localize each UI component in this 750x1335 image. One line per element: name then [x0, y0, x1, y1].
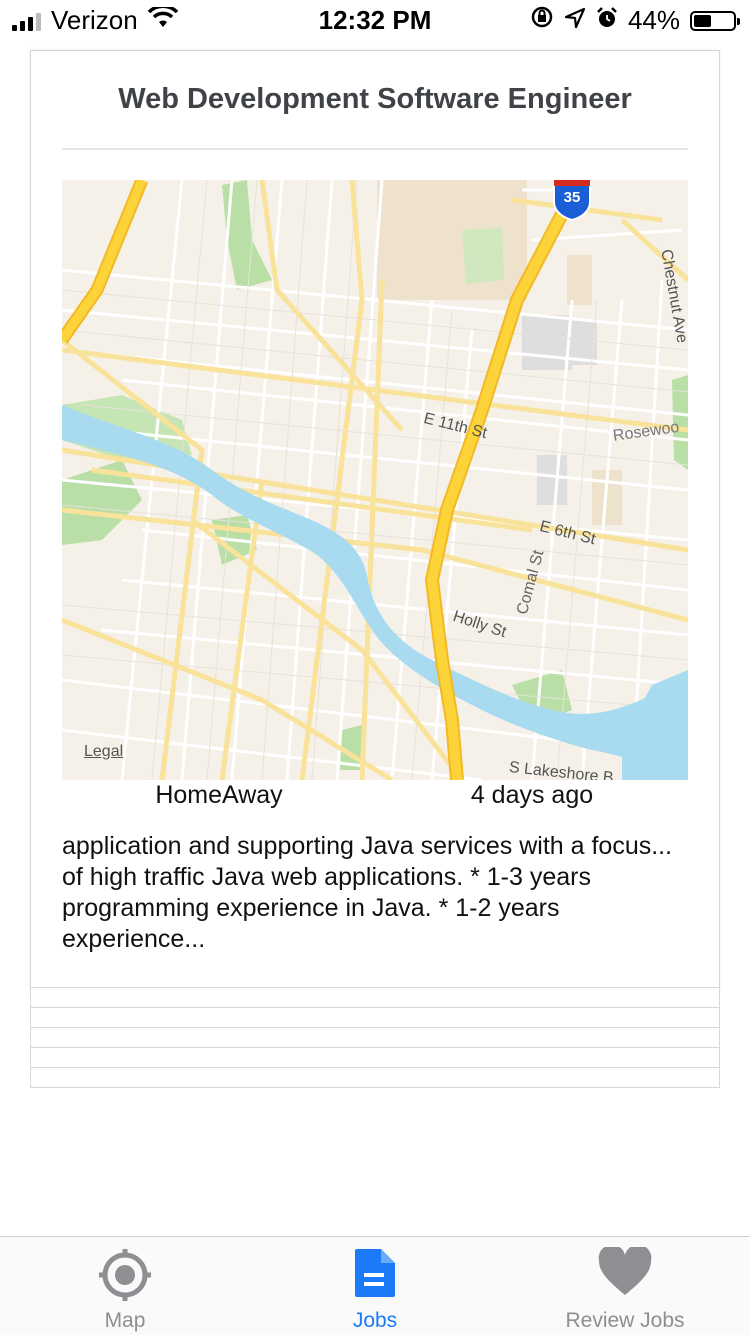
tab-jobs[interactable]: Jobs: [250, 1237, 500, 1335]
tab-map[interactable]: Map: [0, 1237, 250, 1335]
heart-icon: [500, 1247, 750, 1301]
company-name: HomeAway: [155, 781, 283, 809]
stacked-card-edge: [30, 1068, 720, 1088]
wifi-icon: [147, 4, 178, 36]
status-left: Verizon: [12, 4, 178, 36]
status-right: 44%: [530, 5, 740, 36]
map-shield-label: 35: [563, 189, 581, 206]
location-icon: [564, 5, 586, 36]
title-divider: [62, 148, 688, 150]
carrier-name: Verizon: [51, 5, 138, 35]
tab-map-label: Map: [104, 1309, 146, 1332]
tab-review-jobs[interactable]: Review Jobs: [500, 1237, 750, 1335]
battery-icon: [690, 10, 740, 31]
stacked-card-edge: [30, 1048, 720, 1068]
alarm-icon: [596, 5, 618, 36]
battery-percent: 44%: [627, 5, 680, 35]
status-bar: Verizon 12:32 PM 44%: [0, 0, 750, 40]
job-description: application and supporting Java services…: [62, 832, 673, 953]
posted-date: 4 days ago: [470, 781, 594, 809]
stacked-card-edge: [30, 1028, 720, 1048]
job-title: Web Development Software Engineer: [118, 83, 632, 115]
signal-icon: [12, 11, 41, 31]
map-legal-link[interactable]: Legal: [84, 743, 123, 761]
tab-review-jobs-label: Review Jobs: [565, 1309, 685, 1332]
job-location-map[interactable]: 35 E 11th St Rosewoo E 6th St Comal St H…: [62, 180, 688, 780]
stacked-card-edge: [30, 1008, 720, 1028]
tab-bar: Map Jobs Review Jobs: [0, 1236, 750, 1335]
crosshair-icon: [0, 1247, 250, 1301]
document-icon: [250, 1247, 500, 1301]
job-card[interactable]: Web Development Software Engineer 35 E 1…: [30, 50, 720, 988]
tab-jobs-label: Jobs: [352, 1309, 398, 1332]
orientation-lock-icon: [530, 5, 554, 36]
battery-fill: [694, 14, 711, 27]
stacked-card-edge: [30, 988, 720, 1008]
